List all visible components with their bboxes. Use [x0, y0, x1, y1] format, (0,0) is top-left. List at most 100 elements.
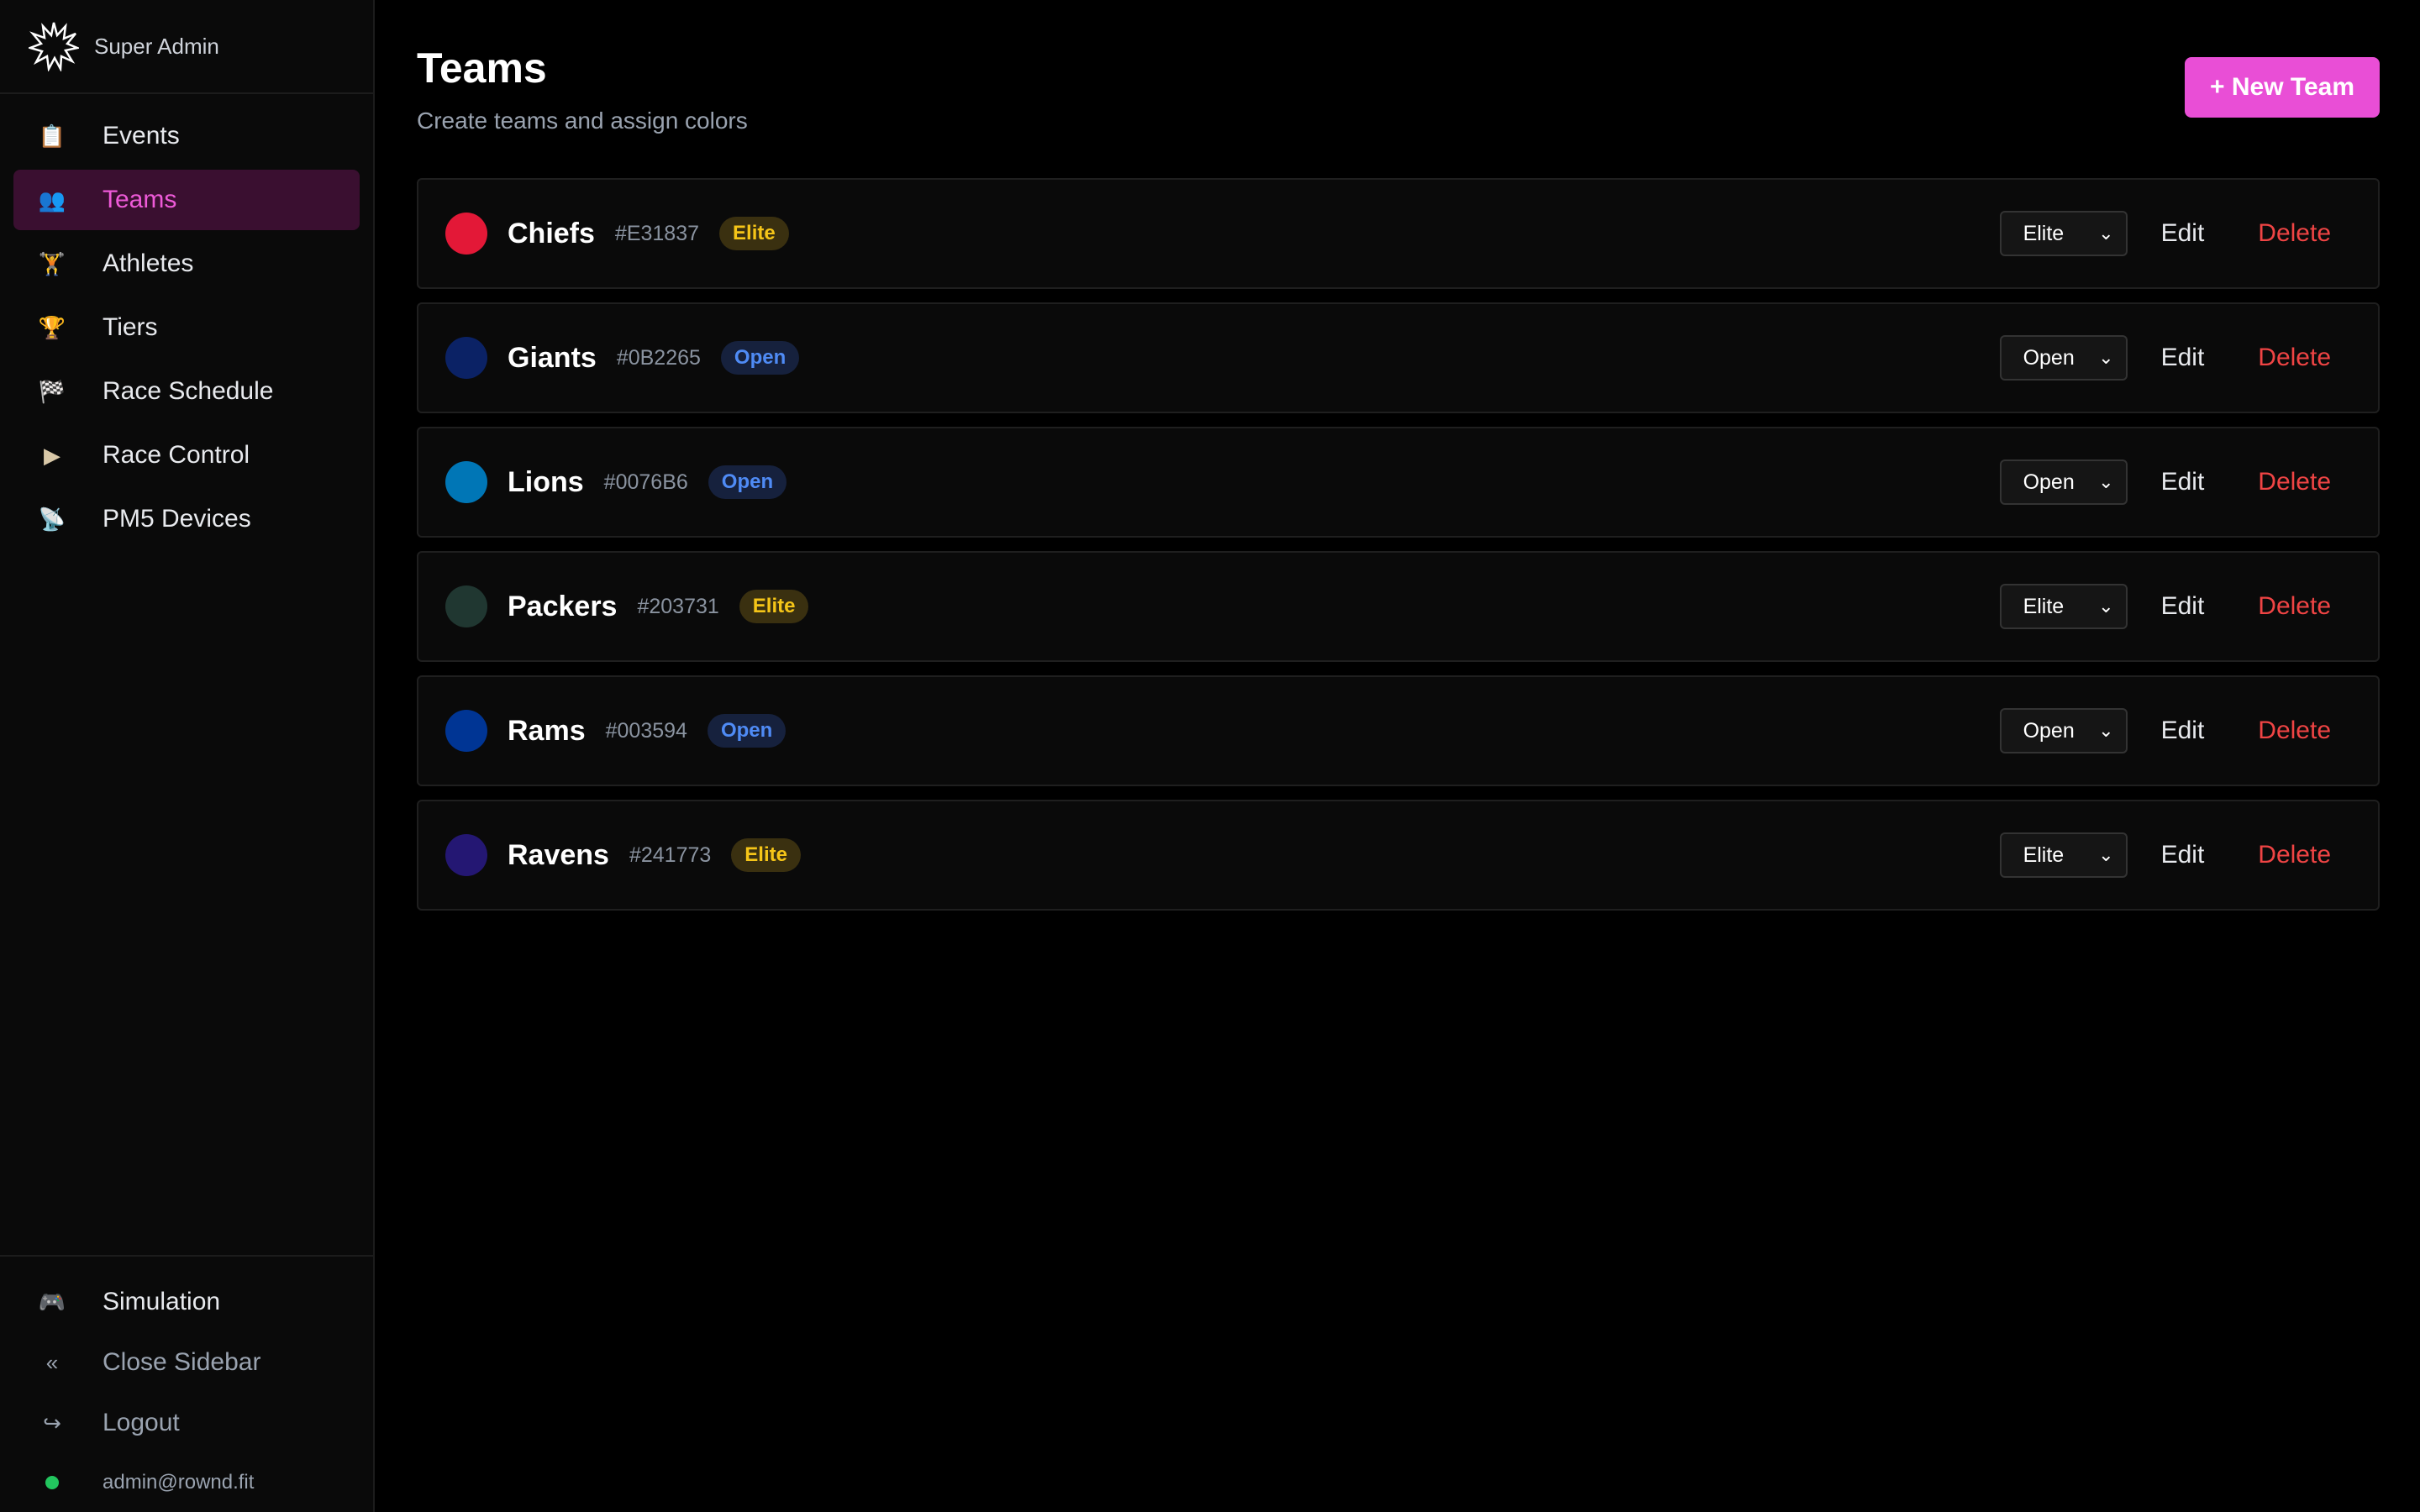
sidebar-item-label: Teams — [103, 186, 177, 213]
logout-label: Logout — [103, 1409, 180, 1436]
sidebar-item-teams[interactable]: 👥 Teams — [13, 170, 360, 230]
sidebar-item-events[interactable]: 📋 Events — [13, 106, 360, 166]
team-hex-code: #0076B6 — [603, 470, 688, 494]
tier-select-value: Open — [2023, 345, 2075, 370]
team-row: Chiefs #E31837 Elite Elite ⌄ Edit Delete — [417, 178, 2380, 289]
team-actions: Open ⌄ Edit Delete — [1999, 335, 2331, 381]
tier-select-value: Elite — [2023, 594, 2065, 618]
tier-select-value: Elite — [2023, 843, 2065, 867]
tier-badge: Open — [707, 714, 786, 748]
delete-button[interactable]: Delete — [2258, 468, 2331, 496]
tier-select[interactable]: Open ⌄ — [1999, 335, 2128, 381]
brand-label: Super Admin — [94, 33, 219, 59]
tier-select-value: Open — [2023, 718, 2075, 743]
team-name: Chiefs — [508, 217, 595, 249]
chevron-down-icon: ⌄ — [2098, 720, 2114, 741]
sidebar-item-label: Athletes — [103, 249, 194, 277]
team-color-swatch — [445, 461, 487, 503]
user-email: admin@rownd.fit — [103, 1471, 255, 1494]
team-actions: Elite ⌄ Edit Delete — [1999, 584, 2331, 629]
sidebar-item-label: PM5 Devices — [103, 505, 251, 533]
team-actions: Open ⌄ Edit Delete — [1999, 459, 2331, 505]
delete-button[interactable]: Delete — [2258, 841, 2331, 869]
double-chevron-left-icon: « — [45, 1349, 59, 1375]
tier-badge: Open — [720, 341, 800, 375]
sidebar-nav: 📋 Events 👥 Teams 🏋 Athletes 🏆 Tiers 🏁 Ra… — [0, 94, 373, 549]
tier-select-value: Elite — [2023, 221, 2065, 245]
team-name: Giants — [508, 341, 597, 374]
tier-select[interactable]: Elite ⌄ — [1999, 584, 2128, 629]
main-content: Teams Create teams and assign colors + N… — [375, 0, 2420, 1512]
edit-button[interactable]: Edit — [2161, 592, 2205, 621]
team-hex-code: #0B2265 — [616, 345, 701, 370]
team-row: Rams #003594 Open Open ⌄ Edit Delete — [417, 675, 2380, 786]
game-controller-icon: 🎮 — [38, 1289, 66, 1315]
sidebar-item-label: Tiers — [103, 313, 158, 341]
chevron-down-icon: ⌄ — [2098, 471, 2114, 492]
tier-select[interactable]: Elite ⌄ — [1999, 211, 2128, 256]
tier-badge: Elite — [739, 590, 809, 623]
chevron-down-icon: ⌄ — [2098, 223, 2114, 244]
team-hex-code: #E31837 — [614, 221, 700, 245]
chevron-down-icon: ⌄ — [2098, 596, 2114, 617]
page-title: Teams — [417, 45, 547, 92]
team-color-swatch — [445, 337, 487, 379]
tier-select[interactable]: Elite ⌄ — [1999, 832, 2128, 878]
edit-button[interactable]: Edit — [2161, 219, 2205, 248]
edit-button[interactable]: Edit — [2161, 841, 2205, 869]
team-actions: Elite ⌄ Edit Delete — [1999, 211, 2331, 256]
sidebar-item-pm5-devices[interactable]: 📡 PM5 Devices — [13, 489, 360, 549]
clipboard-icon: 📋 — [38, 123, 66, 149]
sidebar-item-simulation[interactable]: 🎮 Simulation — [13, 1272, 360, 1332]
chevron-down-icon: ⌄ — [2098, 844, 2114, 865]
satellite-antenna-icon: 📡 — [38, 506, 66, 532]
tier-badge: Elite — [719, 217, 789, 250]
team-actions: Elite ⌄ Edit Delete — [1999, 832, 2331, 878]
sidebar-item-tiers[interactable]: 🏆 Tiers — [13, 297, 360, 358]
sidebar-item-race-control[interactable]: ▶ Race Control — [13, 425, 360, 486]
team-actions: Open ⌄ Edit Delete — [1999, 708, 2331, 753]
user-info: admin@rownd.fit — [13, 1453, 360, 1512]
tier-select[interactable]: Open ⌄ — [1999, 459, 2128, 505]
logout-button[interactable]: ↪ Logout — [13, 1393, 360, 1453]
edit-button[interactable]: Edit — [2161, 717, 2205, 745]
sidebar-item-label: Race Schedule — [103, 377, 274, 405]
app-root: Super Admin 📋 Events 👥 Teams 🏋 Athletes … — [0, 0, 2420, 1512]
page-subtitle: Create teams and assign colors — [417, 108, 748, 134]
team-name: Rams — [508, 714, 586, 747]
team-row: Packers #203731 Elite Elite ⌄ Edit Delet… — [417, 551, 2380, 662]
team-name: Ravens — [508, 838, 609, 871]
team-hex-code: #003594 — [605, 718, 687, 743]
close-sidebar-button[interactable]: « Close Sidebar — [13, 1332, 360, 1393]
tier-select[interactable]: Open ⌄ — [1999, 708, 2128, 753]
sidebar-footer: 🎮 Simulation « Close Sidebar ↪ Logout ad… — [0, 1255, 373, 1512]
delete-button[interactable]: Delete — [2258, 344, 2331, 372]
starburst-logo-icon — [29, 22, 79, 71]
sidebar-item-label: Race Control — [103, 441, 250, 469]
team-color-swatch — [445, 585, 487, 627]
team-name: Lions — [508, 465, 584, 498]
trophy-icon: 🏆 — [38, 314, 66, 340]
edit-button[interactable]: Edit — [2161, 468, 2205, 496]
close-sidebar-label: Close Sidebar — [103, 1348, 261, 1376]
logout-arrow-icon: ↪ — [43, 1410, 61, 1436]
team-hex-code: #241773 — [629, 843, 712, 867]
weightlifter-icon: 🏋 — [38, 250, 66, 276]
sidebar-item-label: Events — [103, 122, 180, 150]
play-button-icon: ▶ — [44, 442, 60, 468]
delete-button[interactable]: Delete — [2258, 717, 2331, 745]
delete-button[interactable]: Delete — [2258, 219, 2331, 248]
team-color-swatch — [445, 834, 487, 876]
tier-badge: Open — [708, 465, 787, 499]
team-list: Chiefs #E31837 Elite Elite ⌄ Edit Delete… — [417, 178, 2380, 911]
sidebar-item-race-schedule[interactable]: 🏁 Race Schedule — [13, 361, 360, 422]
team-color-swatch — [445, 213, 487, 255]
edit-button[interactable]: Edit — [2161, 344, 2205, 372]
new-team-button[interactable]: + New Team — [2185, 57, 2380, 118]
team-row: Giants #0B2265 Open Open ⌄ Edit Delete — [417, 302, 2380, 413]
sidebar-item-athletes[interactable]: 🏋 Athletes — [13, 234, 360, 294]
brand: Super Admin — [0, 0, 373, 94]
online-status-icon — [45, 1476, 59, 1489]
delete-button[interactable]: Delete — [2258, 592, 2331, 621]
team-row: Ravens #241773 Elite Elite ⌄ Edit Delete — [417, 800, 2380, 911]
